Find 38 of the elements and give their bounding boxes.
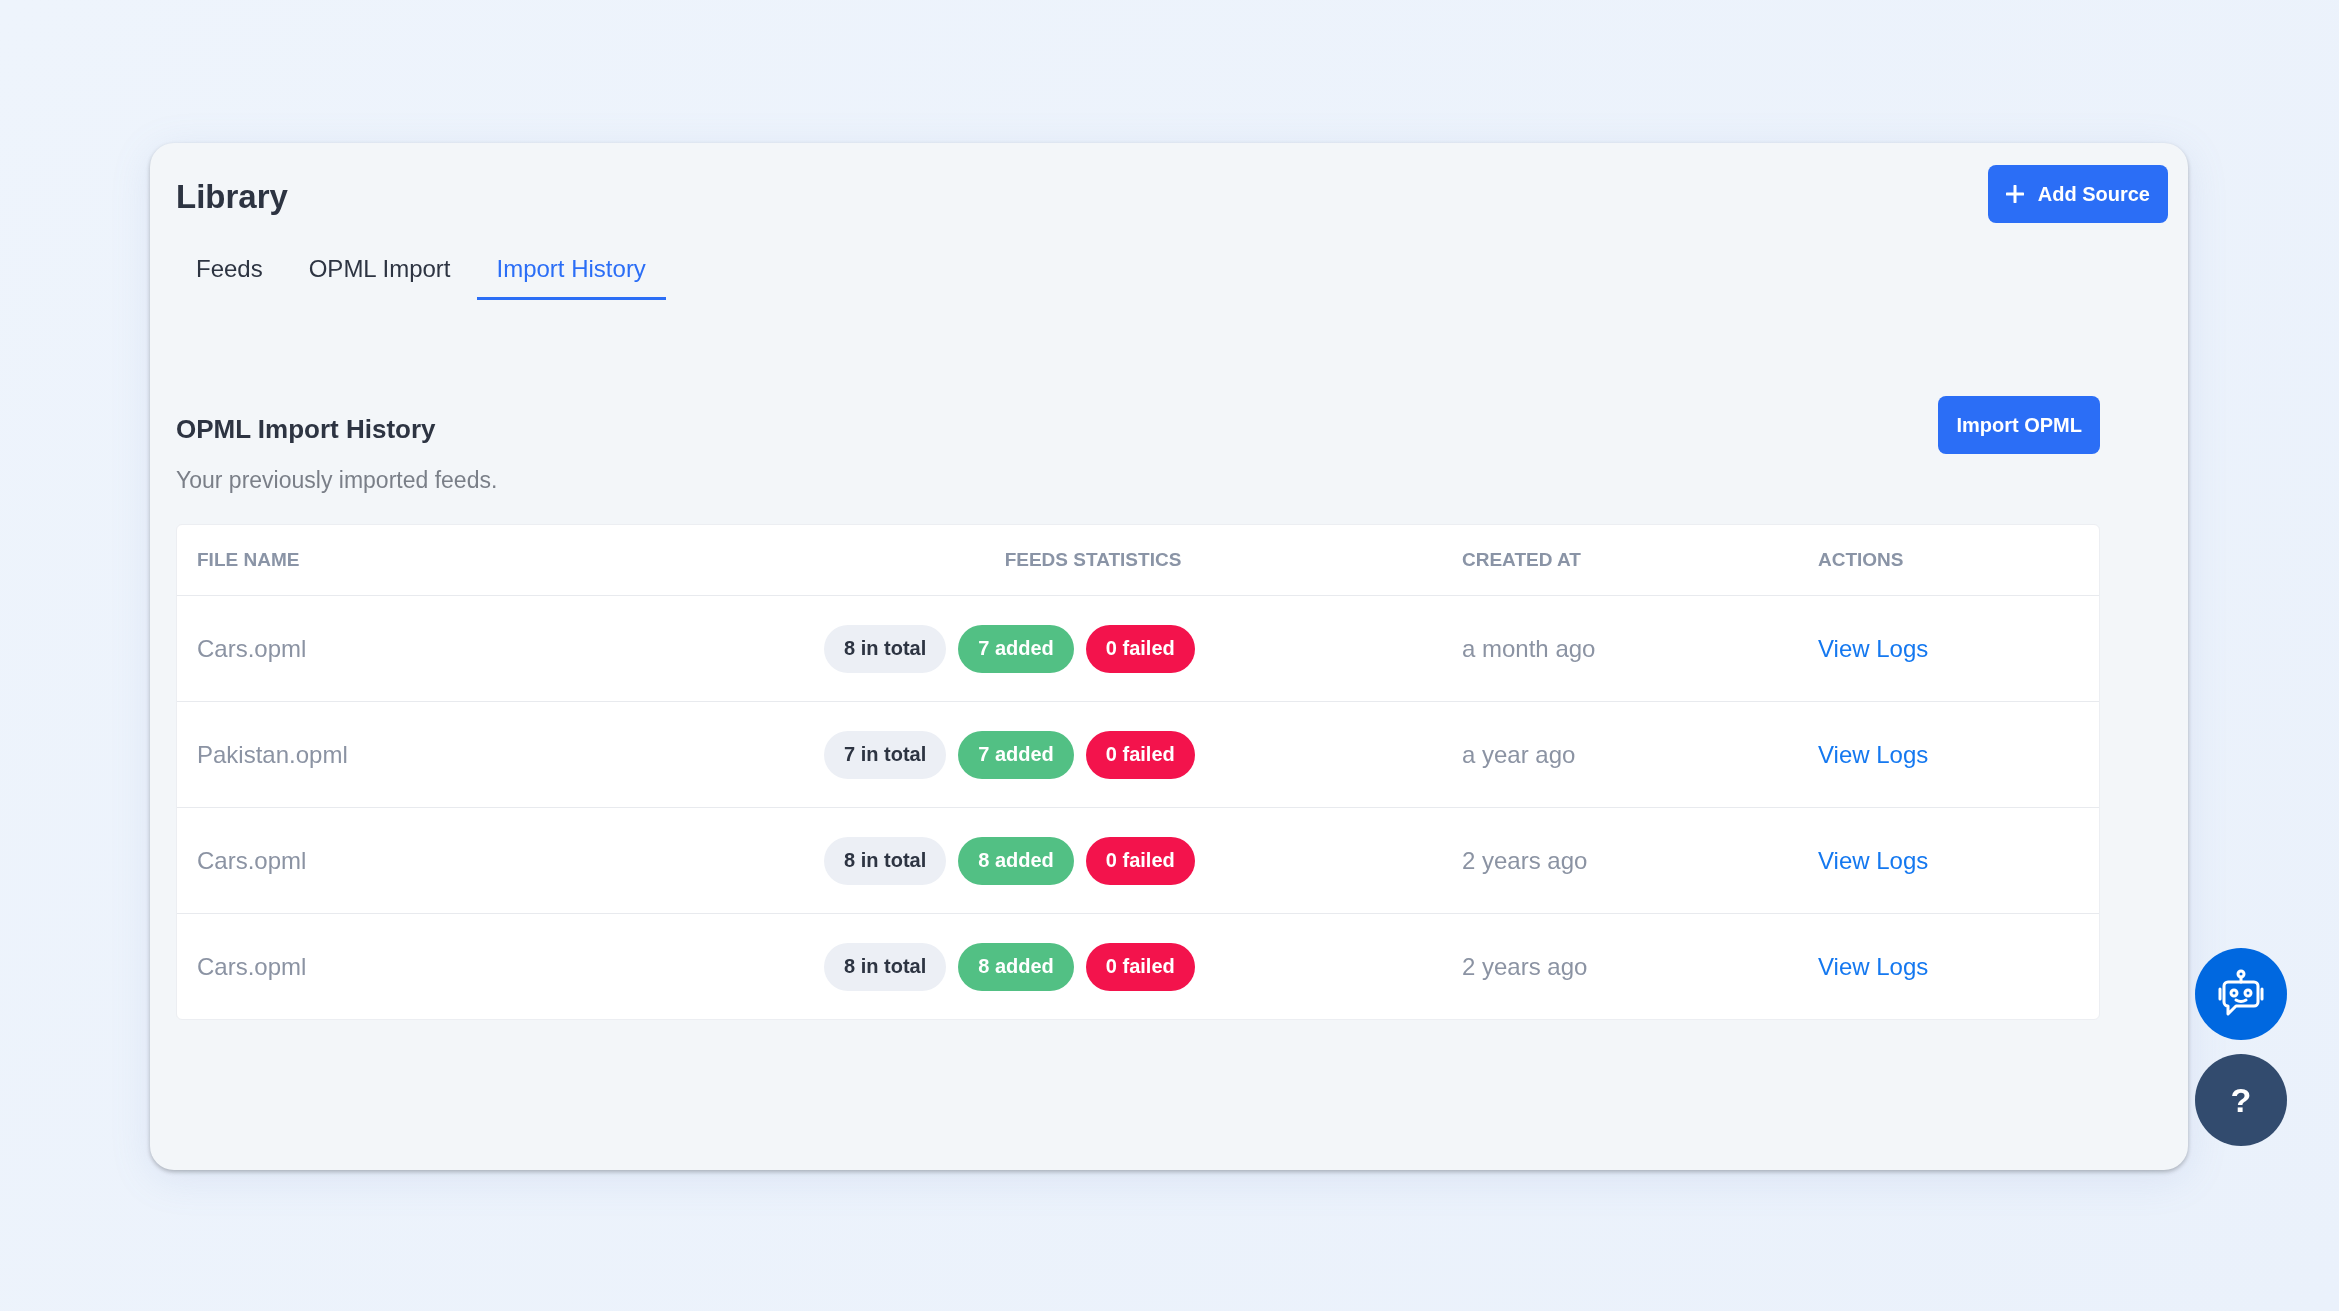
stat-badge: 7 added (958, 730, 1074, 779)
stat-badge: 8 added (958, 836, 1074, 885)
stat-badge: 7 added (958, 624, 1074, 673)
file-name-cell-text: Cars.opml (197, 952, 308, 981)
view-logs-link[interactable]: View Logs (1818, 846, 1929, 874)
tab[interactable]: OPML Import (288, 243, 471, 300)
stat-badge: 8 in total (824, 624, 947, 673)
section-title: OPML Import History (176, 414, 437, 445)
file-name-cell-text: Pakistan.opml (197, 740, 349, 769)
column-header: FILE NAME (197, 549, 301, 571)
plus-icon (2005, 185, 2024, 203)
file-name-cell-text: Cars.opml (197, 846, 308, 875)
view-logs-link[interactable]: View Logs (1818, 740, 1929, 768)
tab[interactable]: Feeds (176, 243, 283, 300)
stat-badge: 8 added (958, 942, 1074, 991)
column-header: FEEDS STATISTICS (1004, 549, 1182, 571)
stat-badge: 0 failed (1085, 730, 1195, 779)
created-at-cell-text: 2 years ago (1462, 846, 1589, 875)
stat-badge: 8 in total (824, 836, 947, 885)
stat-badge: 0 failed (1085, 836, 1195, 885)
view-logs-link[interactable]: View Logs (1818, 634, 1929, 662)
page-title: Library (176, 178, 288, 216)
tab[interactable]: Import History (476, 243, 666, 300)
stat-badge: 7 in total (824, 730, 947, 779)
created-at-cell-text: a month ago (1462, 634, 1597, 663)
stat-badge: 0 failed (1085, 624, 1195, 673)
created-at-cell-text: 2 years ago (1462, 952, 1589, 981)
stat-badge: 0 failed (1085, 942, 1195, 991)
section-subtitle: Your previously imported feeds. (176, 467, 498, 494)
file-name-cell-text: Cars.opml (197, 634, 308, 663)
created-at-cell-text: a year ago (1462, 740, 1577, 769)
column-header: CREATED AT (1462, 549, 1582, 571)
import-opml-button[interactable]: Import OPML (1938, 396, 2100, 454)
add-source-button[interactable]: Add Source (1987, 165, 2168, 223)
column-header: ACTIONS (1818, 549, 1905, 571)
stat-badge: 8 in total (824, 942, 947, 991)
help-button[interactable]: ? (2195, 1054, 2287, 1146)
view-logs-link[interactable]: View Logs (1818, 952, 1929, 980)
